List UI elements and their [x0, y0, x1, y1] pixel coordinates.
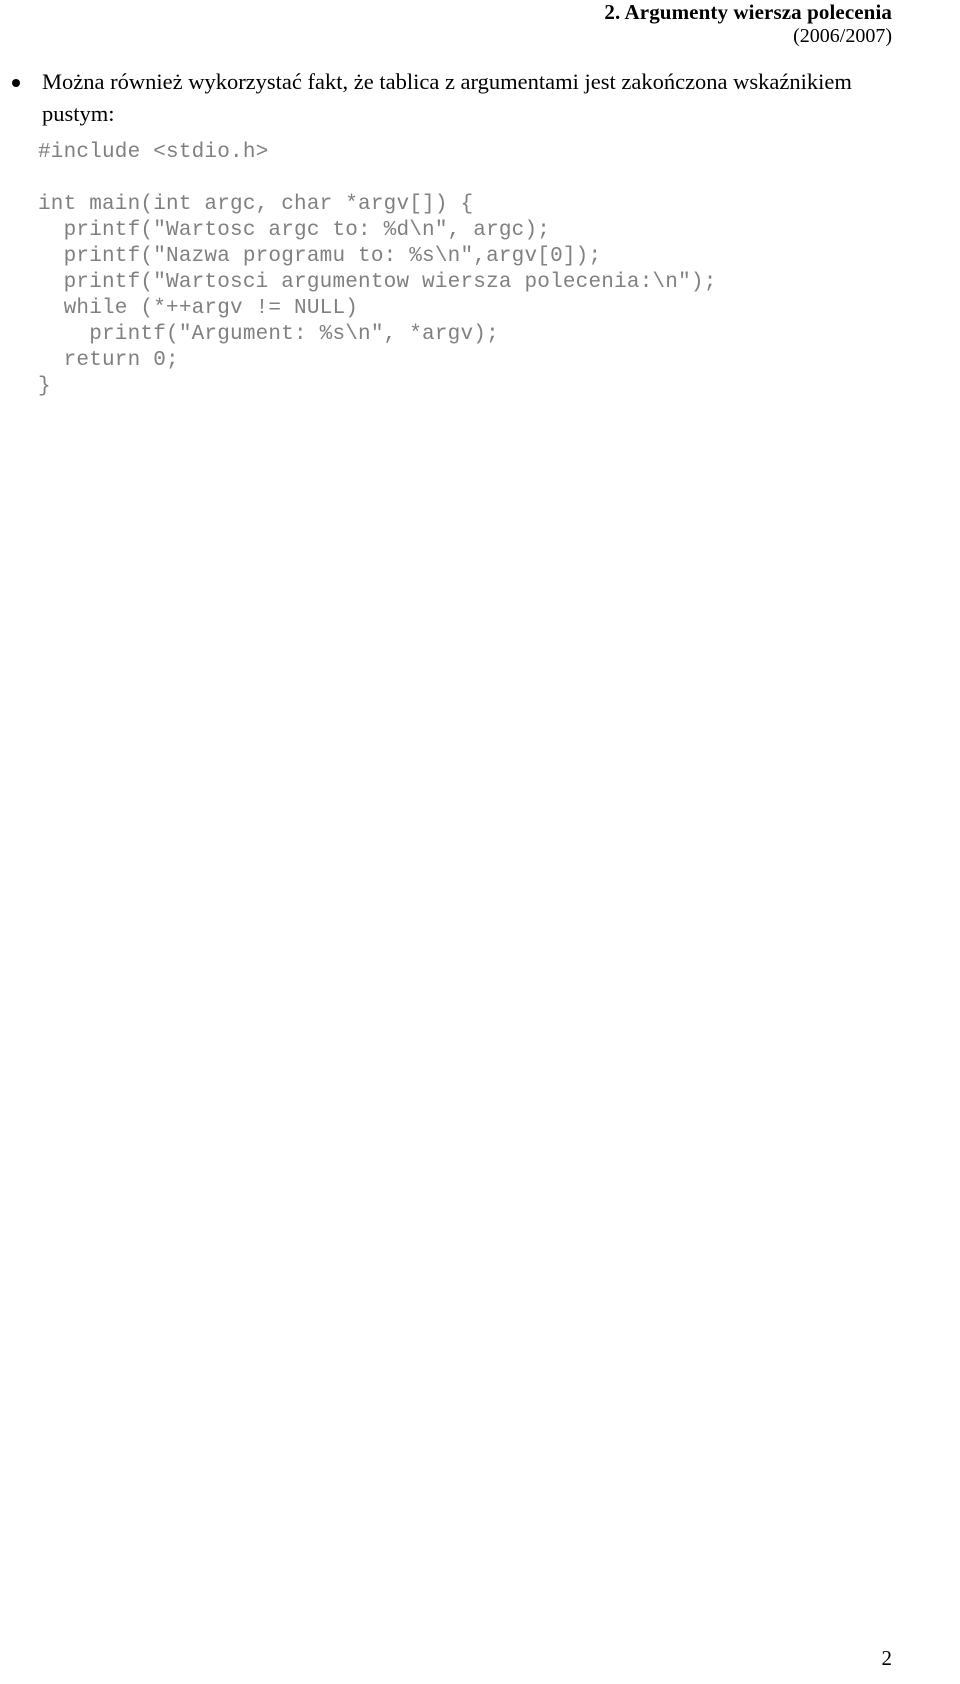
code-line: #include <stdio.h>: [38, 141, 269, 164]
code-line: return 0;: [38, 349, 179, 372]
code-line: printf("Argument: %s\n", *argv);: [38, 323, 499, 346]
bullet-paragraph: Można również wykorzystać fakt, że tabli…: [0, 66, 900, 130]
page-number: 2: [881, 1646, 893, 1670]
header-title: 2. Argumenty wiersza polecenia: [604, 0, 892, 24]
code-line: int main(int argc, char *argv[]) {: [38, 193, 474, 216]
document-page: 2. Argumenty wiersza polecenia (2006/200…: [0, 0, 960, 1684]
code-line: }: [38, 375, 51, 398]
bullet-dot-icon: [12, 79, 20, 87]
page-header: 2. Argumenty wiersza polecenia (2006/200…: [0, 0, 960, 48]
header-subtitle-year: (2006/2007): [793, 25, 892, 47]
page-footer: 2: [0, 1646, 960, 1670]
code-line: printf("Nazwa programu to: %s\n",argv[0]…: [38, 245, 602, 268]
code-line: while (*++argv != NULL): [38, 297, 359, 320]
bullet-paragraph-text: Można również wykorzystać fakt, że tabli…: [42, 69, 852, 126]
code-block: #include <stdio.h> int main(int argc, cha…: [38, 140, 717, 400]
code-line: printf("Wartosc argc to: %d\n", argc);: [38, 219, 551, 242]
code-line: printf("Wartosci argumentow wiersza pole…: [38, 271, 717, 294]
